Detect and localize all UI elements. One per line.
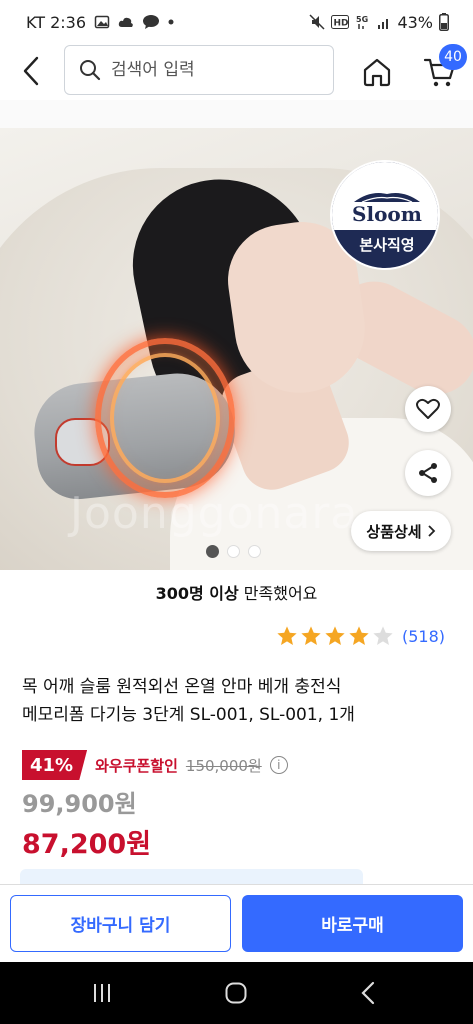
photo-heat-ring-inner [110,353,220,483]
image-icon [94,14,110,30]
star-filled-icon [277,626,297,645]
back-nav-button[interactable] [348,978,388,1008]
home-nav-button[interactable] [216,978,256,1008]
recent-apps-button[interactable] [82,978,122,1008]
carousel-dot[interactable] [206,545,219,558]
discount-row: 41% 와우쿠폰할인 150,000원 i [22,750,288,780]
cart-count-badge: 40 [439,44,467,70]
heart-icon [416,398,440,419]
chat-icon [142,14,160,30]
coupon-price: 87,200원 [22,829,152,860]
product-detail-label: 상품상세 [366,522,422,541]
status-bar: KT 2:36 HD 5G 43% [0,0,473,44]
system-nav-bar [0,962,473,1024]
watermark: Joonggonara [70,488,359,539]
brand-official-label: 본사직영 [359,236,415,254]
carrier-time: KT 2:36 [26,12,87,32]
product-detail-button[interactable]: 상품상세 [351,511,451,551]
status-left: KT 2:36 [26,13,174,32]
top-header [0,44,473,100]
5g-icon: 5G [355,14,371,30]
search-input[interactable] [111,60,311,80]
back-button[interactable] [14,54,48,88]
search-icon [80,60,101,81]
satisfaction-text: 300명 이상 만족했어요 [0,580,473,604]
original-price: 150,000원 [185,756,262,775]
header-spacer [0,100,473,128]
sale-price: 99,900원 [22,790,137,818]
carousel-dot[interactable] [227,545,240,558]
home-button[interactable] [357,52,397,92]
battery-percent: 43% [397,12,433,32]
buy-now-button[interactable]: 바로구매 [242,895,463,952]
star-filled-icon [349,626,369,645]
share-button[interactable] [405,450,451,496]
add-to-cart-button[interactable]: 장바구니 담기 [10,895,231,952]
carousel-dot[interactable] [248,545,261,558]
brand-logo: Sloom [332,162,438,230]
discount-badge: 41% [22,750,88,780]
back-icon [361,981,375,1005]
mute-icon [309,14,325,30]
product-image-carousel[interactable]: Joonggonara Sloom 본사직영 상품상세 [0,128,473,570]
hd-icon: HD [331,15,350,29]
recents-icon [94,984,110,1002]
svg-text:HD: HD [334,19,349,29]
signal-icon [377,15,391,29]
chevron-right-icon [427,525,435,537]
cloud-icon [118,15,134,29]
battery-icon [439,13,449,31]
rating[interactable]: (518) [276,625,445,647]
home-icon [363,58,391,87]
brand-badge: Sloom 본사직영 [330,160,440,270]
star-filled-icon [325,626,345,645]
search-box[interactable] [64,45,334,95]
brand-name: Sloom [352,202,422,226]
product-title-line: 메모리폼 다기능 3단계 SL-001, SL-001, 1개 [22,705,355,725]
dot-icon [168,19,174,25]
coupon-label: 와우쿠폰할인 [95,756,178,775]
svg-text:5G: 5G [356,15,368,24]
satisfaction-rest: 만족했어요 [238,584,318,603]
star-filled-icon [301,626,321,645]
like-button[interactable] [405,386,451,432]
info-icon[interactable]: i [269,756,288,774]
star-empty-icon [373,626,393,645]
product-title: 목 어깨 슬룸 원적외선 온열 안마 베개 충전식 메모리폼 다기능 3단계 S… [22,673,452,729]
carousel-dots [206,545,261,558]
home-circle-icon [225,982,247,1004]
bottom-action-bar: 장바구니 담기 바로구매 [0,884,473,962]
review-count[interactable]: (518) [402,627,445,646]
satisfaction-count: 300명 이상 [155,584,239,603]
status-right: HD 5G 43% [309,13,449,32]
product-title-line: 목 어깨 슬룸 원적외선 온열 안마 베개 충전식 [22,677,342,697]
share-icon [419,463,437,483]
chevron-left-icon [23,56,39,86]
